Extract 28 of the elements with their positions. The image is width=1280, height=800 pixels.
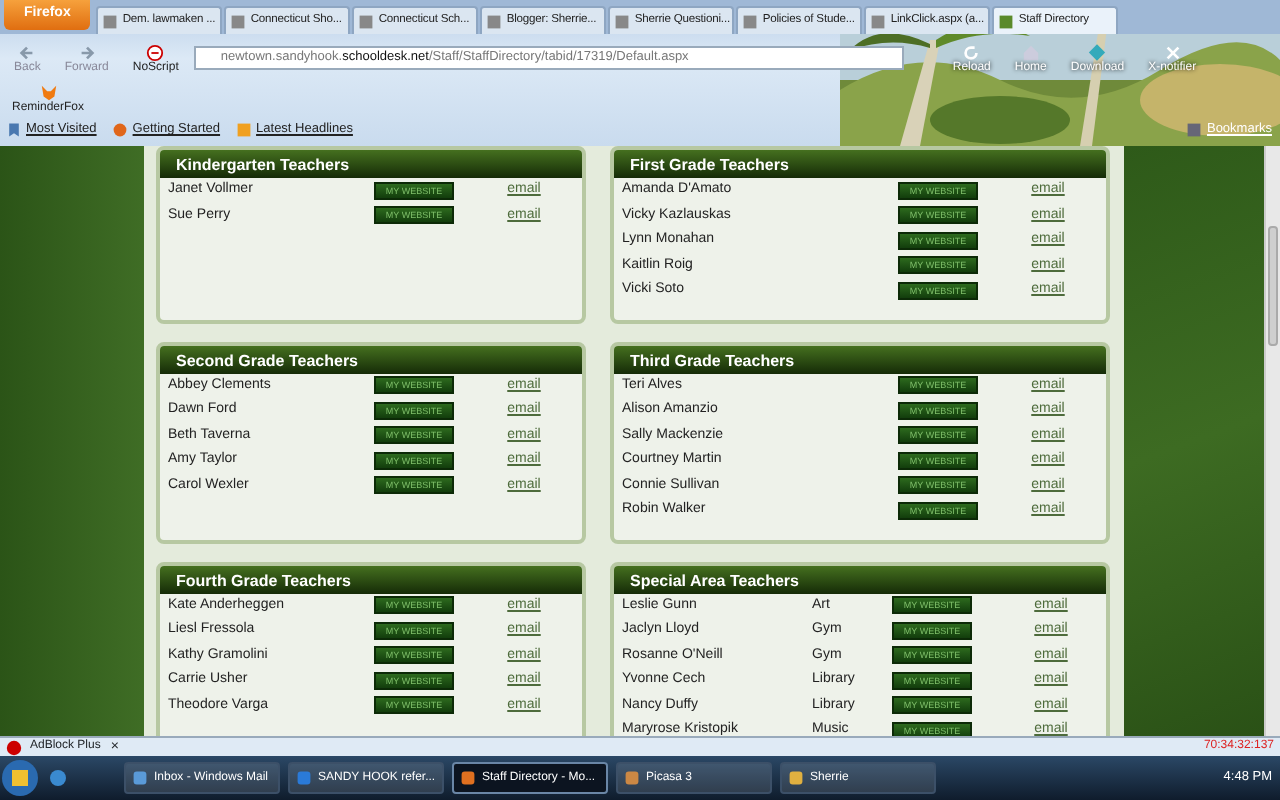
cross-icon xyxy=(1163,43,1182,61)
section-heading: Special Area Teachers xyxy=(614,565,1106,593)
arrow-icon xyxy=(18,43,37,61)
page-icon xyxy=(358,13,375,29)
page-icon xyxy=(870,13,887,29)
fox-icon xyxy=(39,83,57,101)
page-icon xyxy=(230,13,247,29)
page-icon xyxy=(998,13,1015,29)
section-heading: Third Grade Teachers xyxy=(614,345,1106,373)
page-icon xyxy=(102,13,119,29)
scrollbar-thumb[interactable] xyxy=(1268,226,1278,346)
page-icon xyxy=(742,13,759,29)
app-icon xyxy=(460,770,476,786)
section-heading: Fourth Grade Teachers xyxy=(160,565,582,593)
app-icon xyxy=(624,770,640,786)
page-icon xyxy=(486,13,503,29)
section-heading: Kindergarten Teachers xyxy=(160,150,582,178)
diamond-icon xyxy=(1088,43,1107,61)
section-heading: Second Grade Teachers xyxy=(160,345,582,373)
page-icon xyxy=(614,13,631,29)
section-heading: First Grade Teachers xyxy=(614,150,1106,178)
app-icon xyxy=(788,770,804,786)
arrow-icon xyxy=(77,43,96,61)
shield-icon xyxy=(146,43,165,61)
app-icon xyxy=(296,770,312,786)
app-icon xyxy=(132,770,148,786)
reload-icon xyxy=(962,43,981,61)
start-orb-icon xyxy=(0,758,40,798)
